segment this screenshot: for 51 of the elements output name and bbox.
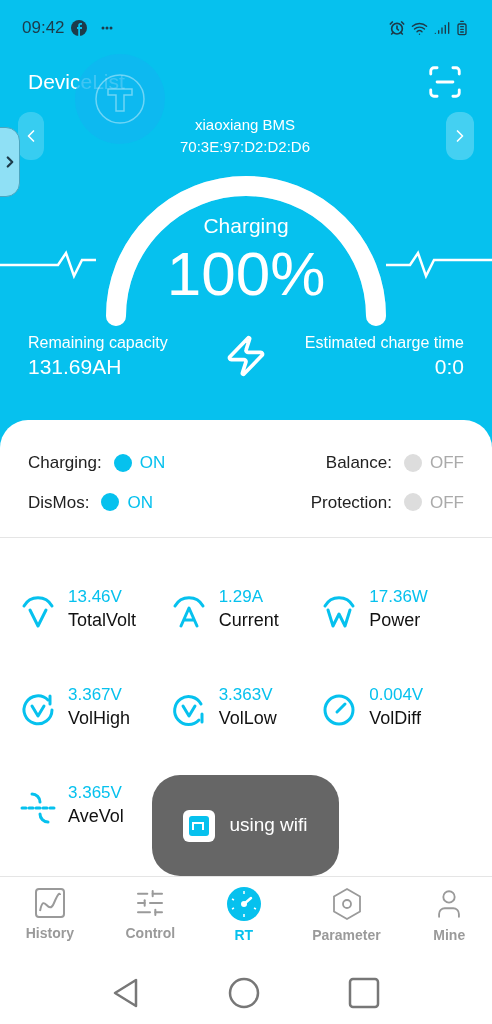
signal-icon [434,20,450,36]
metric-value: 17.36W [369,586,429,608]
device-name: xiaoxiang BMS [194,115,295,135]
metric-label: VolHigh [68,707,132,730]
nav-tab[interactable]: History [25,887,74,962]
switch-label: Charging: [28,452,102,474]
toast-text: using wifi [229,813,308,838]
metric-label: VolLow [218,707,278,730]
hexagon-nut-icon [330,887,363,921]
home-icon[interactable] [228,977,260,1009]
metric-value: 3.367V [68,684,123,706]
metric-value: 1.29A [218,586,265,608]
battery-icon [454,20,470,36]
nav-tab[interactable]: Mine [432,887,467,962]
switch-label: Protection: [310,491,392,514]
previous-device-button[interactable] [18,112,44,160]
status-time: 09:42 [22,17,65,40]
chart-icon [33,887,66,919]
charge-time-label: Estimated charge time [304,333,464,353]
more-icon [100,26,113,30]
metric-label: Power [369,609,422,632]
nav-tab[interactable]: Control [125,887,176,962]
switch-state: ON [127,491,153,514]
charge-percent: 100% [166,239,326,309]
facebook-icon [70,20,87,36]
capacity-label: Remaining capacity [28,333,168,353]
switch-state: OFF [430,491,464,514]
metric-label: AveVol [68,805,125,828]
app-icon [183,809,216,842]
metric-value: 13.46V [68,586,123,608]
metric-value: 3.363V [218,684,274,706]
metric-value: 3.365V [68,782,123,804]
capacity-value: 131.69AH [28,354,123,380]
switch-label: DisMos: [28,491,90,514]
metric-label: Current [218,609,280,632]
nav-tab[interactable]: RT [226,887,261,962]
gauge-icon [226,887,261,921]
metric-label: TotalVolt [68,609,138,632]
alarm-icon [389,20,405,36]
back-icon[interactable] [112,977,140,1009]
switch-label: Balance: [325,452,392,474]
switch-state: ON [139,452,166,474]
switch-state: OFF [430,452,464,474]
charge-time-value: 0:0 [434,354,464,380]
nav-tab[interactable]: Parameter [312,887,381,962]
device-mac: 70:3E:97:D2:D2:D6 [179,137,311,157]
charge-status: Charging [203,213,289,239]
recents-icon[interactable] [348,977,380,1009]
scan-icon[interactable] [426,63,464,101]
metric-value: 0.004V [369,684,425,706]
metric-label: VolDiff [369,707,423,730]
